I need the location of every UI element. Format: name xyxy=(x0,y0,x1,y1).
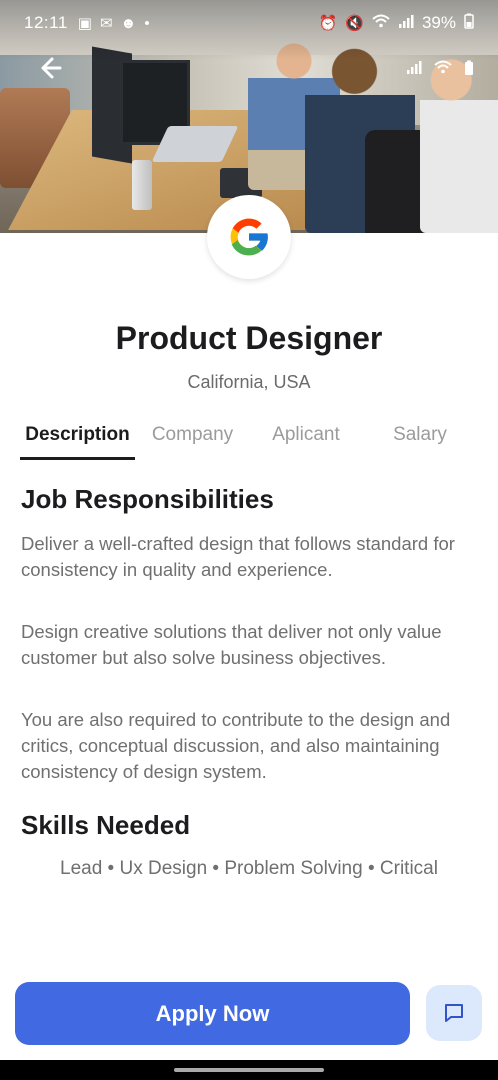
google-logo-icon xyxy=(230,218,269,256)
skills-list: Lead • Ux Design • Problem Solving • Cri… xyxy=(60,858,438,879)
responsibility-paragraph: Design creative solutions that deliver n… xyxy=(21,621,442,668)
tab-company[interactable]: Company xyxy=(135,418,250,460)
alarm-icon: ⏰ xyxy=(318,15,338,32)
status-bar: 12:11 ▣ ✉ ☻ • ⏰ 🔇 39% xyxy=(0,0,498,46)
arrow-left-icon xyxy=(41,57,62,79)
apply-now-button[interactable]: Apply Now xyxy=(15,982,410,1045)
signal-icon xyxy=(398,14,414,32)
status-time: 12:11 xyxy=(24,13,68,32)
battery-icon xyxy=(464,60,474,81)
company-logo xyxy=(207,195,291,279)
wifi-icon xyxy=(434,60,452,81)
home-indicator[interactable] xyxy=(174,1068,324,1072)
snapchat-icon: ☻ xyxy=(120,14,137,32)
hero-status-icons xyxy=(406,60,474,81)
tab-aplicant[interactable]: Aplicant xyxy=(250,418,362,460)
tab-salary[interactable]: Salary xyxy=(362,418,478,460)
chat-icon xyxy=(445,1004,463,1022)
responsibility-paragraph: You are also required to contribute to t… xyxy=(21,709,451,782)
gallery-icon: ▣ xyxy=(77,15,92,32)
signal-icon xyxy=(406,60,422,81)
battery-percent: 39% xyxy=(421,13,456,32)
job-title: Product Designer xyxy=(115,320,383,356)
outlook-icon: ✉ xyxy=(99,15,113,32)
responsibility-paragraph: Deliver a well-crafted design that follo… xyxy=(21,533,455,580)
mute-icon: 🔇 xyxy=(345,15,364,32)
wifi-icon xyxy=(372,14,390,32)
skills-heading: Skills Needed xyxy=(21,810,191,840)
dot-icon: • xyxy=(144,14,150,32)
tab-description[interactable]: Description xyxy=(20,418,135,460)
responsibilities-heading: Job Responsibilities xyxy=(21,484,274,514)
battery-icon xyxy=(464,13,474,33)
back-button[interactable] xyxy=(36,54,68,86)
job-location: California, USA xyxy=(187,372,311,392)
tab-bar: Description Company Aplicant Salary xyxy=(20,418,478,460)
chat-button[interactable] xyxy=(426,985,482,1041)
